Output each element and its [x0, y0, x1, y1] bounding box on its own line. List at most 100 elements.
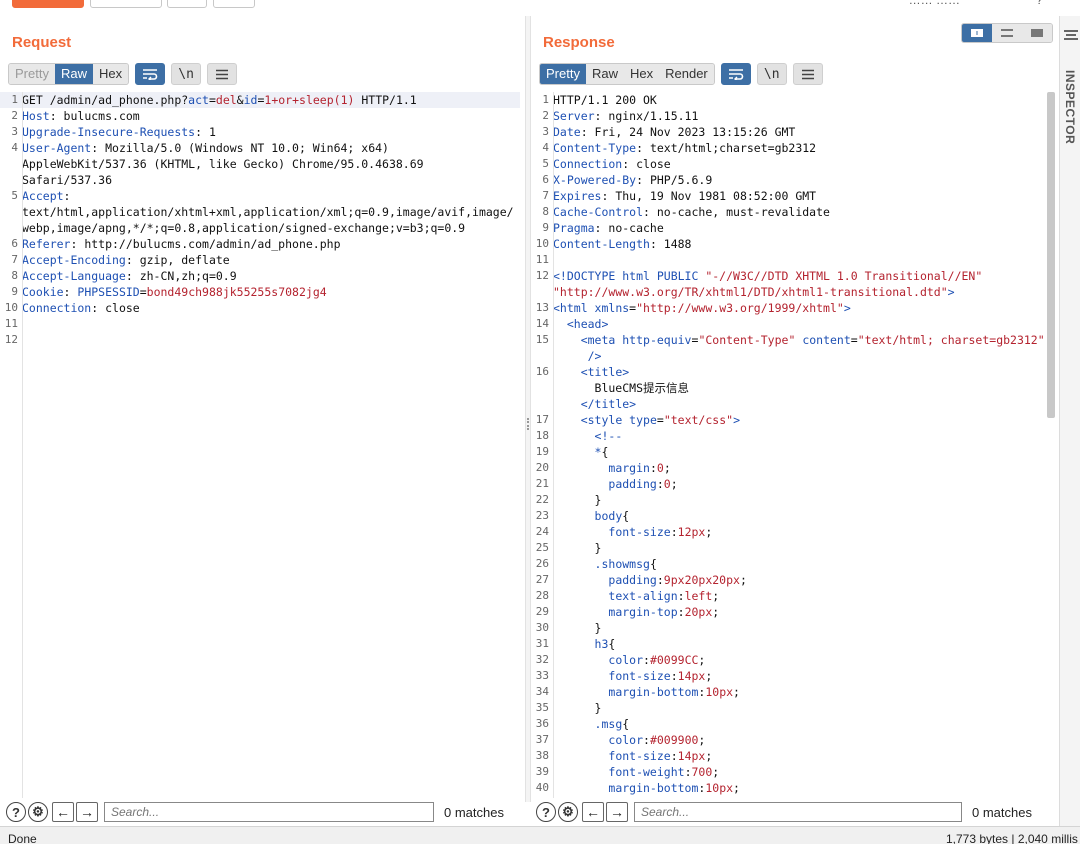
- arrow-right-icon[interactable]: →: [76, 802, 98, 822]
- code-line[interactable]: 4 User-Agent: Mozilla/5.0 (Windows NT 10.…: [0, 140, 520, 156]
- code-line[interactable]: BlueCMS提示信息: [531, 380, 1047, 396]
- code-line[interactable]: 13 <html xmlns="http://www.w3.org/1999/xh…: [531, 300, 1047, 316]
- code-line[interactable]: 5 Accept:: [0, 188, 520, 204]
- code-line[interactable]: 23 body{: [531, 508, 1047, 524]
- code-line[interactable]: 3 Date: Fri, 24 Nov 2023 13:15:26 GMT: [531, 124, 1047, 140]
- code-line[interactable]: 3 Upgrade-Insecure-Requests: 1: [0, 124, 520, 140]
- code-line[interactable]: 2 Server: nginx/1.15.11: [531, 108, 1047, 124]
- code-line[interactable]: webp,image/apng,*/*;q=0.8,application/si…: [0, 220, 520, 236]
- code-line[interactable]: 7 Accept-Encoding: gzip, deflate: [0, 252, 520, 268]
- code-line[interactable]: 24 font-size:12px;: [531, 524, 1047, 540]
- code-line[interactable]: 30 }: [531, 620, 1047, 636]
- code-line[interactable]: 17 <style type="text/css">: [531, 412, 1047, 428]
- code-line[interactable]: 10 Connection: close: [0, 300, 520, 316]
- cancel-button[interactable]: [90, 0, 162, 8]
- code-line[interactable]: 27 padding:9px20px20px;: [531, 572, 1047, 588]
- tab-raw[interactable]: Raw: [585, 64, 624, 84]
- code-line[interactable]: 32 color:#0099CC;: [531, 652, 1047, 668]
- forward-button[interactable]: [213, 0, 255, 8]
- help-icon[interactable]: ?: [1036, 0, 1043, 7]
- code-line[interactable]: 4 Content-Type: text/html;charset=gb2312: [531, 140, 1047, 156]
- request-editor[interactable]: 1 GET /admin/ad_phone.php?act=del&id=1+or…: [0, 92, 520, 798]
- code-line[interactable]: 8 Accept-Language: zh-CN,zh;q=0.9: [0, 268, 520, 284]
- code-line[interactable]: 31 h3{: [531, 636, 1047, 652]
- code-line[interactable]: />: [531, 348, 1047, 364]
- inspector-toggle-icon[interactable]: [1064, 30, 1078, 40]
- code-line[interactable]: 18 <!--: [531, 428, 1047, 444]
- code-line[interactable]: 38 font-size:14px;: [531, 748, 1047, 764]
- code-line[interactable]: 29 margin-top:20px;: [531, 604, 1047, 620]
- code-line[interactable]: 33 font-size:14px;: [531, 668, 1047, 684]
- code-line[interactable]: 1 GET /admin/ad_phone.php?act=del&id=1+or…: [0, 92, 520, 108]
- layout-tabs-icon[interactable]: [1022, 24, 1052, 42]
- code-line[interactable]: 40 margin-bottom:10px;: [531, 780, 1047, 796]
- arrow-right-icon[interactable]: →: [606, 802, 628, 822]
- code-line[interactable]: 34 margin-bottom:10px;: [531, 684, 1047, 700]
- back-button[interactable]: [167, 0, 207, 8]
- tab-hex[interactable]: Hex: [92, 64, 129, 84]
- code-line[interactable]: 1 HTTP/1.1 200 OK: [531, 92, 1047, 108]
- menu-icon[interactable]: [792, 63, 823, 85]
- code-line[interactable]: 14 <head>: [531, 316, 1047, 332]
- code-line[interactable]: 9 Pragma: no-cache: [531, 220, 1047, 236]
- code-line[interactable]: 8 Cache-Control: no-cache, must-revalidat…: [531, 204, 1047, 220]
- wrap-lines-icon[interactable]: [135, 63, 166, 85]
- code-line[interactable]: 39 font-weight:700;: [531, 764, 1047, 780]
- code-line[interactable]: 9 Cookie: PHPSESSID=bond49ch988jk55255s70…: [0, 284, 520, 300]
- code-line[interactable]: 22 }: [531, 492, 1047, 508]
- line-number: 12: [535, 269, 549, 282]
- inspector-sidebar[interactable]: INSPECTOR: [1059, 16, 1080, 826]
- code-line[interactable]: 26 .showmsg{: [531, 556, 1047, 572]
- response-editor[interactable]: 1 HTTP/1.1 200 OK 2 Server: nginx/1.15.11 3 D…: [531, 92, 1047, 798]
- tab-render[interactable]: Render: [659, 64, 714, 84]
- tab-pretty[interactable]: Pretty: [9, 64, 55, 84]
- code-line[interactable]: text/html,application/xhtml+xml,applicat…: [0, 204, 520, 220]
- code-line[interactable]: Safari/537.36: [0, 172, 520, 188]
- code-line[interactable]: 7 Expires: Thu, 19 Nov 1981 08:52:00 GMT: [531, 188, 1047, 204]
- code-line[interactable]: 25 }: [531, 540, 1047, 556]
- code-line[interactable]: 21 padding:0;: [531, 476, 1047, 492]
- newline-toggle[interactable]: \n: [756, 63, 787, 85]
- code-line[interactable]: 20 margin:0;: [531, 460, 1047, 476]
- code-line[interactable]: 6 X-Powered-By: PHP/5.6.9: [531, 172, 1047, 188]
- wrap-lines-icon[interactable]: [720, 63, 751, 85]
- code-line[interactable]: "http://www.w3.org/TR/xhtml1/DTD/xhtml1-…: [531, 284, 1047, 300]
- tab-raw[interactable]: Raw: [54, 64, 93, 84]
- tab-hex[interactable]: Hex: [623, 64, 660, 84]
- code-line[interactable]: 15 <meta http-equiv = "Content-Type" conte…: [531, 332, 1047, 348]
- code-line[interactable]: 5 Connection: close: [531, 156, 1047, 172]
- code-line[interactable]: 6 Referer: http://bulucms.com/admin/ad_ph…: [0, 236, 520, 252]
- menu-icon[interactable]: [207, 63, 238, 85]
- line-number: 8: [11, 269, 18, 282]
- code-line[interactable]: 35 }: [531, 700, 1047, 716]
- code-line[interactable]: 11: [531, 252, 1047, 268]
- code-line[interactable]: 16 <title>: [531, 364, 1047, 380]
- code-line[interactable]: 19 *{: [531, 444, 1047, 460]
- tab-pretty[interactable]: Pretty: [540, 64, 586, 84]
- search-input[interactable]: [634, 802, 962, 822]
- newline-toggle[interactable]: \n: [171, 63, 202, 85]
- code-line[interactable]: 10 Content-Length: 1488: [531, 236, 1047, 252]
- code-line[interactable]: 11: [0, 316, 520, 332]
- code-line[interactable]: 28 text-align:left;: [531, 588, 1047, 604]
- code-token: ;: [712, 765, 720, 779]
- layout-stacked-icon[interactable]: [992, 24, 1022, 42]
- layout-side-by-side-icon[interactable]: [962, 24, 992, 42]
- code-line[interactable]: 2 Host: bulucms.com: [0, 108, 520, 124]
- code-line[interactable]: </title>: [531, 396, 1047, 412]
- help-icon[interactable]: ?: [536, 802, 556, 822]
- code-line[interactable]: 37 color:#009900;: [531, 732, 1047, 748]
- divider-grip-icon[interactable]: [527, 418, 529, 430]
- code-line[interactable]: 12: [0, 332, 520, 348]
- send-button[interactable]: [12, 0, 84, 8]
- gear-icon[interactable]: ⚙: [28, 802, 48, 822]
- search-input[interactable]: [104, 802, 434, 822]
- arrow-left-icon[interactable]: ←: [582, 802, 604, 822]
- code-line[interactable]: AppleWebKit/537.36 (KHTML, like Gecko) C…: [0, 156, 520, 172]
- code-line[interactable]: 36 .msg{: [531, 716, 1047, 732]
- help-icon[interactable]: ?: [6, 802, 26, 822]
- arrow-left-icon[interactable]: ←: [52, 802, 74, 822]
- gear-icon[interactable]: ⚙: [558, 802, 578, 822]
- response-scrollbar[interactable]: [1047, 92, 1055, 418]
- code-line[interactable]: 12 <!DOCTYPE html PUBLIC "-//W3C//DTD XHT…: [531, 268, 1047, 284]
